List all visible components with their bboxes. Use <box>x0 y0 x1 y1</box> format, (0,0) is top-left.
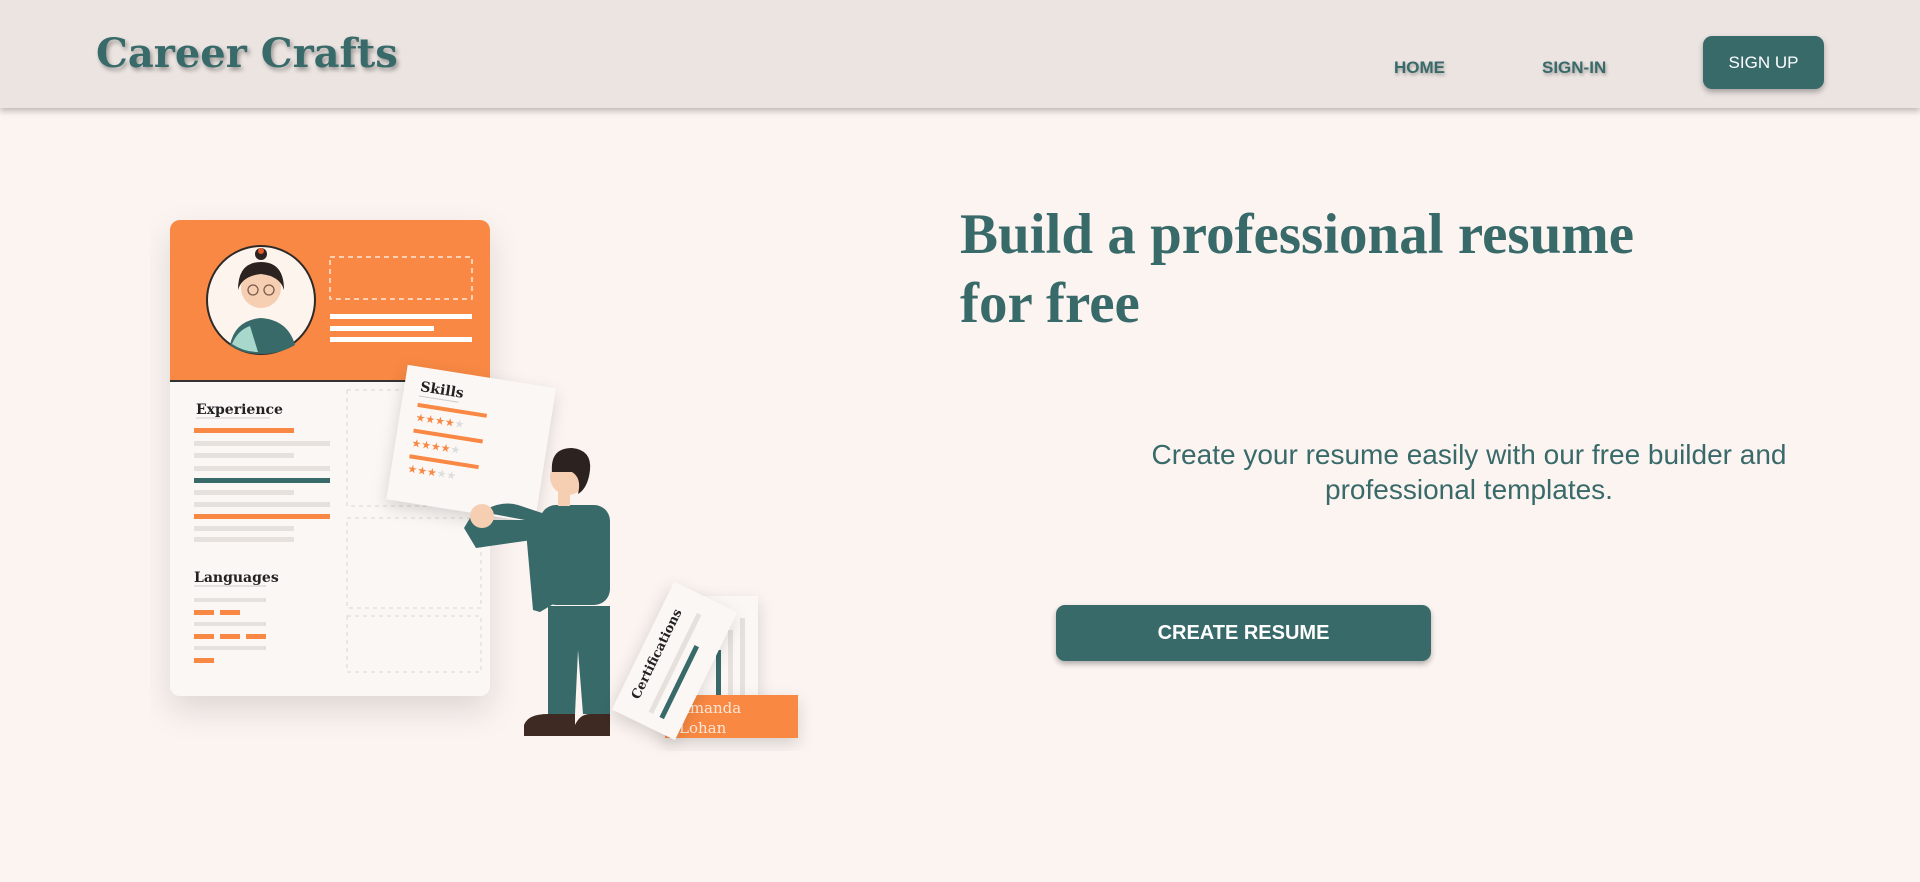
languages-heading: Languages <box>194 570 279 586</box>
create-resume-button[interactable]: CREATE RESUME <box>1056 605 1431 661</box>
site-logo[interactable]: Career Crafts <box>96 30 398 77</box>
resume-name-line2: Lohan <box>679 719 727 737</box>
top-navbar: Career Crafts HOME SIGN-IN SIGN UP <box>0 0 1920 108</box>
experience-heading: Experience <box>196 402 283 418</box>
certifications-stack: Amanda Lohan Certifications <box>611 581 798 741</box>
skills-card: Skills ★★★★★ ★★★★★ ★★★★★ <box>386 364 556 523</box>
hero-title: Build a professional resume for free <box>960 200 1720 338</box>
nav-home-link[interactable]: HOME <box>1394 58 1445 78</box>
hero-title-line2: for free <box>960 272 1140 335</box>
hero-subtitle: Create your resume easily with our free … <box>1151 439 1787 505</box>
avatar <box>206 245 316 355</box>
resume-illustration: Experience Languages Skills ★★★★★ ★★★★★ … <box>170 220 798 741</box>
hero-title-line1: Build a professional resume <box>960 203 1635 266</box>
nav-signin-link[interactable]: SIGN-IN <box>1542 58 1606 78</box>
signup-button[interactable]: SIGN UP <box>1703 36 1824 89</box>
